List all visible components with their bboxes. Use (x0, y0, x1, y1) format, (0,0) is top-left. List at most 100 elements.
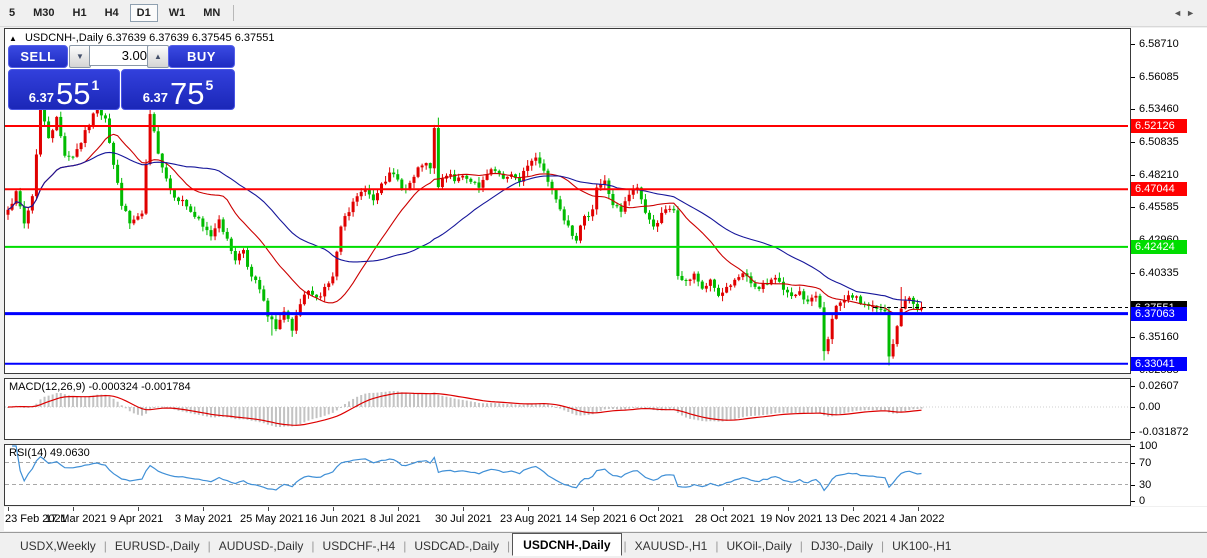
chart-tab-bar: USDX,Weekly|EURUSD-,Daily|AUDUSD-,Daily|… (0, 532, 1207, 558)
price-scale-tick: 6.45585 (1139, 201, 1179, 213)
timeframe-button-d1[interactable]: D1 (130, 4, 158, 22)
timeframe-button-5[interactable]: 5 (2, 4, 22, 22)
date-tick (333, 507, 334, 511)
timeframe-button-h1[interactable]: H1 (66, 4, 94, 22)
buy-price-sup: 5 (206, 77, 214, 93)
main-chart-pane[interactable]: ▲ USDCNH-,Daily 6.37639 6.37639 6.37545 … (4, 28, 1131, 374)
date-tick (398, 507, 399, 511)
date-tick (73, 507, 74, 511)
tab-separator: | (208, 539, 211, 553)
level-price-label: 6.42424 (1131, 240, 1187, 254)
chart-tab-usdx[interactable]: USDX,Weekly (14, 536, 102, 556)
rsi-scale-tick: 100 (1139, 440, 1157, 452)
collapse-panel-icon[interactable]: ▲ (9, 34, 17, 43)
date-label: 8 Jul 2021 (370, 513, 421, 525)
date-label: 4 Jan 2022 (890, 513, 944, 525)
chart-tab-dj30[interactable]: DJ30-,Daily (805, 536, 879, 556)
tab-separator: | (800, 539, 803, 553)
tab-separator: | (507, 539, 510, 553)
date-label: 9 Apr 2021 (110, 513, 163, 525)
level-price-label: 6.37063 (1131, 307, 1187, 321)
timeframe-button-mn[interactable]: MN (196, 4, 227, 22)
date-label: 28 Oct 2021 (695, 513, 755, 525)
date-label: 14 Sep 2021 (565, 513, 627, 525)
date-label: 19 Nov 2021 (760, 513, 822, 525)
date-label: 13 Dec 2021 (825, 513, 887, 525)
buy-price-prefix: 6.37 (143, 90, 168, 105)
date-tick (853, 507, 854, 511)
ohlc-text: USDCNH-,Daily 6.37639 6.37639 6.37545 6.… (25, 32, 275, 44)
price-scale-tick: 6.48210 (1139, 169, 1179, 181)
date-tick (8, 507, 9, 511)
date-tick (463, 507, 464, 511)
macd-scale-tick: 0.00 (1139, 401, 1160, 413)
one-click-trading-panel: SELL ▼ 3.00 ▲ BUY 6.37 55 1 6.37 75 5 (8, 45, 234, 107)
price-scale[interactable]: 6.587106.560856.534606.508356.482106.455… (1131, 28, 1207, 506)
macd-scale-tick: -0.031872 (1139, 426, 1189, 438)
sell-price-prefix: 6.37 (29, 90, 54, 105)
price-scale-tick: 6.50835 (1139, 136, 1179, 148)
volume-decrease-button[interactable]: ▼ (69, 45, 91, 68)
chart-tab-usdchf[interactable]: USDCHF-,H4 (317, 536, 402, 556)
chart-tab-eurusd[interactable]: EURUSD-,Daily (109, 536, 206, 556)
macd-scale-tick: 0.02607 (1139, 380, 1179, 392)
price-scale-tick: 6.40335 (1139, 267, 1179, 279)
chart-tab-uk100[interactable]: UK100-,H1 (886, 536, 957, 556)
mt4-window: { "toolbar": {"timeframes": ["5","M30","… (0, 0, 1207, 558)
date-label: 3 May 2021 (175, 513, 232, 525)
tab-separator: | (311, 539, 314, 553)
chart-tab-xauusd[interactable]: XAUUSD-,H1 (629, 536, 714, 556)
level-price-label: 6.47044 (1131, 182, 1187, 196)
chart-tab-audusd[interactable]: AUDUSD-,Daily (213, 536, 310, 556)
rsi-label: RSI(14) 49.0630 (9, 447, 90, 459)
rsi-scale-tick: 30 (1139, 479, 1151, 491)
level-price-label: 6.52126 (1131, 119, 1187, 133)
macd-label: MACD(12,26,9) -0.000324 -0.001784 (9, 381, 191, 393)
tab-scroll-left-icon[interactable]: ◄ (1173, 8, 1186, 18)
date-tick (593, 507, 594, 511)
tab-separator: | (104, 539, 107, 553)
tab-separator: | (403, 539, 406, 553)
date-tick (138, 507, 139, 511)
level-price-label: 6.33041 (1131, 357, 1187, 371)
rsi-scale-tick: 70 (1139, 457, 1151, 469)
sell-price-sup: 1 (92, 77, 100, 93)
date-label: 23 Aug 2021 (500, 513, 562, 525)
chart-tab-usdcad[interactable]: USDCAD-,Daily (408, 536, 505, 556)
volume-input[interactable]: 3.00 (89, 45, 151, 66)
price-scale-tick: 6.56085 (1139, 71, 1179, 83)
volume-increase-button[interactable]: ▲ (147, 45, 169, 68)
timeframe-button-m30[interactable]: M30 (26, 4, 61, 22)
buy-button[interactable]: BUY (168, 45, 235, 68)
tab-scroll-right-icon[interactable]: ► (1186, 8, 1199, 18)
sell-price-main: 55 (56, 81, 90, 107)
timeframe-button-h4[interactable]: H4 (98, 4, 126, 22)
date-tick (528, 507, 529, 511)
macd-indicator-pane: MACD(12,26,9) -0.000324 -0.001784 (4, 378, 1131, 440)
toolbar-separator (233, 5, 234, 21)
tab-scroll-arrows[interactable]: ◄► (1173, 8, 1199, 18)
buy-price-main: 75 (170, 81, 204, 107)
timeframe-button-w1[interactable]: W1 (162, 4, 193, 22)
date-label: 6 Oct 2021 (630, 513, 684, 525)
date-label: 17 Mar 2021 (45, 513, 107, 525)
date-axis: 23 Feb 202117 Mar 20219 Apr 20213 May 20… (4, 507, 1203, 531)
date-tick (788, 507, 789, 511)
rsi-scale-tick: 0 (1139, 495, 1145, 507)
date-tick (203, 507, 204, 511)
tab-separator: | (715, 539, 718, 553)
chart-ohlc-header: ▲ USDCNH-,Daily 6.37639 6.37639 6.37545 … (9, 32, 274, 44)
buy-price-panel[interactable]: 6.37 75 5 (121, 69, 235, 110)
rsi-chart (5, 445, 1128, 503)
date-tick (918, 507, 919, 511)
chart-tab-ukoil[interactable]: UKOil-,Daily (720, 536, 797, 556)
tab-separator: | (624, 539, 627, 553)
date-tick (268, 507, 269, 511)
chart-tab-usdcnh[interactable]: USDCNH-,Daily (512, 533, 621, 556)
price-scale-tick: 6.58710 (1139, 38, 1179, 50)
sell-price-panel[interactable]: 6.37 55 1 (8, 69, 120, 110)
sell-button[interactable]: SELL (8, 45, 68, 68)
timeframe-toolbar: 5M30 H1H4D1W1MN (0, 0, 1207, 27)
rsi-indicator-pane: RSI(14) 49.0630 (4, 444, 1131, 506)
date-label: 30 Jul 2021 (435, 513, 492, 525)
